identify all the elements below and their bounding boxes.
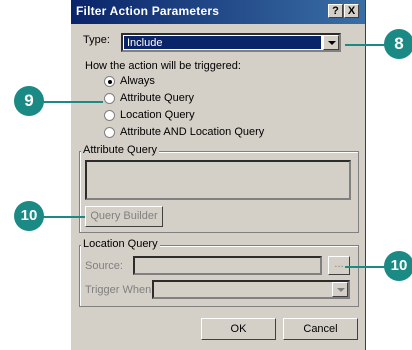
help-icon: ? — [332, 5, 339, 17]
type-dropdown[interactable]: Include — [121, 33, 341, 52]
trigger-when-dropdown[interactable] — [152, 280, 350, 299]
chevron-down-icon — [328, 41, 336, 45]
trigger-when-label: Trigger When: — [85, 284, 155, 296]
attribute-query-group-label: Attribute Query — [81, 144, 159, 156]
attribute-query-textbox[interactable] — [85, 160, 351, 200]
query-builder-button[interactable]: Query Builder — [85, 206, 163, 227]
radio-label: Attribute AND Location Query — [120, 126, 265, 138]
radio-button[interactable] — [104, 76, 115, 87]
callout-9: 9 — [14, 86, 44, 116]
radio-button[interactable] — [104, 110, 115, 121]
type-dropdown-button[interactable] — [323, 35, 339, 50]
callout-10b: 10 — [384, 251, 412, 281]
radio-button[interactable] — [104, 127, 115, 138]
callout-9-leader — [41, 101, 103, 103]
title-bar: Filter Action Parameters ? X — [71, 0, 365, 24]
radio-label: Location Query — [120, 109, 195, 121]
cancel-button[interactable]: Cancel — [283, 318, 358, 340]
close-icon: X — [347, 5, 356, 17]
callout-10-leader — [41, 216, 85, 218]
type-label: Type: — [83, 34, 110, 46]
trigger-heading: How the action will be triggered: — [85, 60, 241, 72]
callout-10: 10 — [14, 201, 44, 231]
radio-label: Attribute Query — [120, 92, 194, 104]
help-button[interactable]: ? — [328, 4, 343, 18]
type-selected-value: Include — [124, 36, 321, 49]
dialog-title: Filter Action Parameters — [76, 4, 220, 18]
chevron-down-icon — [337, 288, 345, 292]
location-query-group-label: Location Query — [81, 238, 160, 250]
radio-label: Always — [120, 75, 155, 87]
radio-button[interactable] — [104, 93, 115, 104]
filter-action-dialog: Filter Action Parameters ? X Type: Inclu… — [70, 0, 366, 350]
radio-dot-icon — [108, 80, 112, 84]
source-field[interactable] — [133, 256, 322, 275]
callout-8: 8 — [384, 29, 412, 59]
source-label: Source: — [85, 260, 123, 272]
ok-button[interactable]: OK — [201, 318, 276, 340]
trigger-when-dropdown-button[interactable] — [332, 282, 348, 297]
close-button[interactable]: X — [344, 4, 359, 18]
